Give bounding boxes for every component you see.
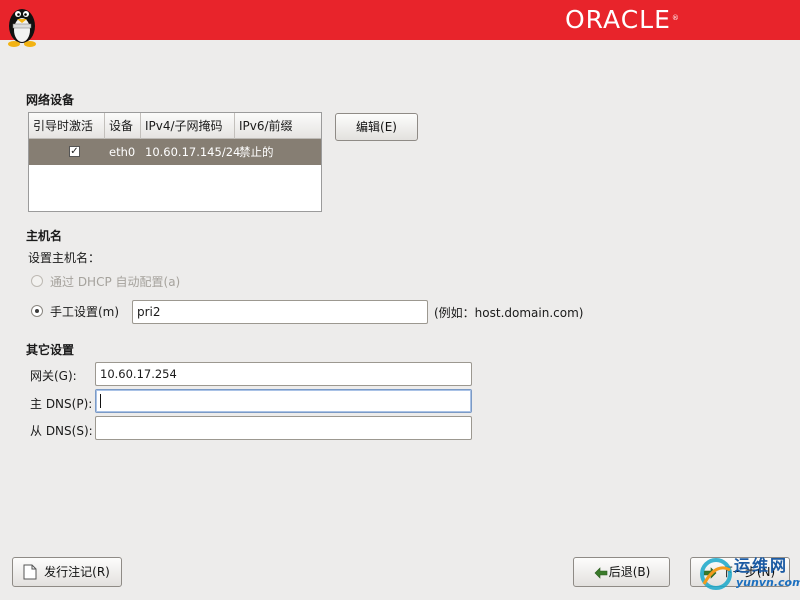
network-devices-title: 网络设备 — [26, 93, 75, 107]
text-cursor — [100, 394, 101, 408]
gateway-label: 网关(G): — [30, 369, 77, 383]
watermark-swirl-icon — [700, 558, 732, 590]
column-header-active[interactable]: 引导时激活 — [29, 113, 105, 139]
watermark-url: yunvn.com — [736, 576, 800, 589]
primary-dns-label: 主 DNS(P): — [30, 397, 93, 411]
table-row[interactable]: ✓ eth0 10.60.17.145/24 禁止的 — [29, 139, 321, 165]
hostname-title: 主机名 — [26, 229, 63, 243]
other-settings-title: 其它设置 — [26, 343, 75, 357]
release-notes-label: 发行注记(R) — [44, 565, 110, 579]
primary-dns-input[interactable] — [95, 389, 472, 413]
back-label: 后退(B) — [608, 565, 651, 579]
secondary-dns-label: 从 DNS(S): — [30, 424, 93, 438]
manual-radio[interactable] — [31, 305, 43, 317]
dhcp-radio — [31, 275, 43, 287]
secondary-dns-input[interactable] — [95, 416, 472, 440]
device-cell: eth0 — [109, 145, 136, 159]
table-header: 引导时激活 设备 IPv4/子网掩码 IPv6/前缀 — [29, 113, 321, 139]
column-header-device[interactable]: 设备 — [105, 113, 141, 139]
column-header-ipv4[interactable]: IPv4/子网掩码 — [141, 113, 235, 139]
hostname-input[interactable]: pri2 — [132, 300, 428, 324]
active-checkbox[interactable]: ✓ — [69, 146, 80, 157]
oracle-logo: ORACLE® — [565, 5, 680, 34]
ipv4-cell: 10.60.17.145/24 — [145, 145, 241, 159]
ipv6-cell: 禁止的 — [239, 145, 274, 159]
site-watermark: 运维网 yunvn.com — [694, 552, 800, 600]
network-device-table[interactable]: 引导时激活 设备 IPv4/子网掩码 IPv6/前缀 ✓ eth0 10.60.… — [28, 112, 322, 212]
release-notes-button[interactable]: 发行注记(R) — [12, 557, 122, 587]
watermark-text: 运维网 — [734, 556, 789, 575]
document-icon — [23, 564, 37, 580]
gateway-input[interactable]: 10.60.17.254 — [95, 362, 472, 386]
manual-option-label[interactable]: 手工设置(m) — [50, 303, 119, 320]
column-header-ipv6[interactable]: IPv6/前缀 — [235, 113, 321, 139]
hostname-example: (例如：host.domain.com) — [434, 306, 584, 320]
hostname-subtitle: 设置主机名： — [28, 251, 101, 265]
dhcp-option-label: 通过 DHCP 自动配置(a) — [50, 275, 181, 289]
edit-button[interactable]: 编辑(E) — [335, 113, 418, 141]
back-button[interactable]: 后退(B) — [573, 557, 670, 587]
tux-penguin-icon — [8, 9, 36, 47]
arrow-left-icon — [594, 567, 608, 579]
